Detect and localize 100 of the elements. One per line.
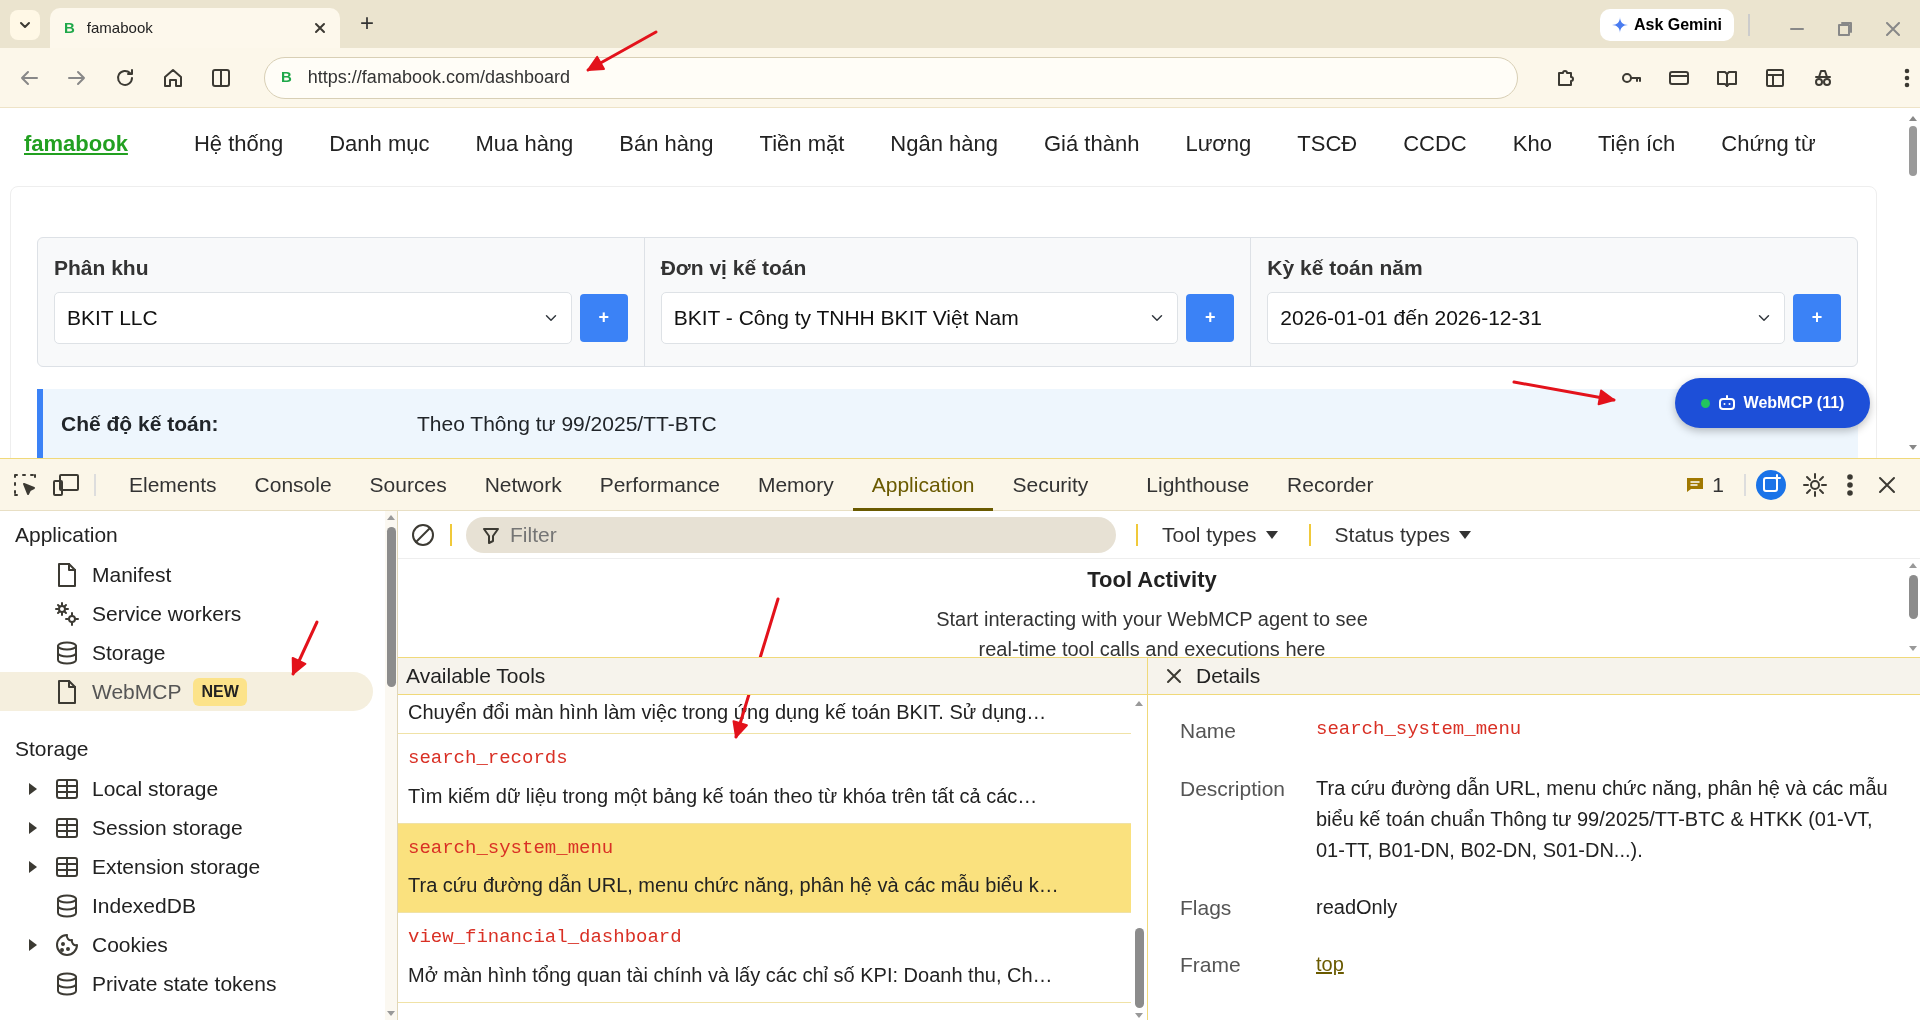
panel-tab[interactable]: Network	[465, 458, 581, 511]
detail-label: Frame	[1180, 952, 1242, 978]
dropdown-button[interactable]: Tool types	[1152, 518, 1289, 551]
nav-link[interactable]: Mua hàng	[475, 126, 574, 160]
filter-field[interactable]: Filter	[466, 516, 1116, 553]
select-field[interactable]: BKIT LLC	[54, 291, 572, 344]
restore-icon[interactable]	[1838, 22, 1852, 36]
expand-arrow-icon[interactable]	[28, 937, 38, 952]
panel-title: Tool Activity	[1086, 566, 1218, 594]
nav-link[interactable]: Chứng từ	[1721, 126, 1816, 160]
sidebar-item[interactable]: Cookies	[0, 925, 373, 964]
device-toolbar-icon[interactable]	[52, 471, 80, 498]
panel-tab[interactable]: Recorder	[1268, 458, 1393, 511]
detail-label: Name	[1180, 718, 1238, 744]
close-icon[interactable]	[1878, 475, 1896, 494]
split-view-icon[interactable]	[210, 66, 232, 89]
message-icon	[1686, 476, 1705, 493]
address-bar[interactable]: B https://famabook.com/dashboard	[264, 56, 1518, 99]
section-heading: Storage	[14, 736, 90, 763]
select-field[interactable]: BKIT - Công ty TNHH BKIT Việt Nam	[660, 291, 1179, 344]
scrollbar-thumb[interactable]	[1908, 575, 1918, 619]
nav-link[interactable]: Tiền mặt	[759, 126, 845, 160]
scroll-down-icon[interactable]	[1134, 1012, 1144, 1020]
panel-tab[interactable]: Security	[993, 458, 1108, 511]
nav-link[interactable]: Hệ thống	[193, 126, 284, 160]
close-icon[interactable]	[1166, 668, 1182, 684]
ask-gemini-button[interactable]: Ask Gemini	[1599, 9, 1734, 41]
nav-link[interactable]: TSCĐ	[1297, 126, 1358, 160]
tool-name: search_system_menu	[408, 835, 615, 861]
add-button[interactable]: +	[1186, 293, 1235, 342]
tool-description: Tra cứu đường dẫn URL, menu chức năng, phân hệ và các mẫu biểu k…	[408, 873, 1060, 898]
scroll-up-icon[interactable]	[1908, 561, 1918, 569]
nav-link[interactable]: Tiện ích	[1597, 126, 1676, 160]
expand-arrow-icon[interactable]	[28, 859, 38, 874]
tool-item[interactable]: search_system_menu Tra cứu đường dẫn URL, menu chức năng, phân hệ và các mẫu biểu k…	[398, 823, 1131, 913]
settings-icon[interactable]	[1802, 471, 1828, 498]
inspect-icon[interactable]	[12, 471, 38, 498]
scroll-up-icon[interactable]	[1907, 114, 1918, 122]
gears-icon	[54, 600, 80, 627]
panel-tab[interactable]: Lighthouse	[1127, 458, 1269, 511]
frame-link[interactable]: top	[1316, 949, 1344, 981]
nav-link[interactable]: Kho	[1512, 126, 1552, 160]
panel-tab[interactable]: Console	[235, 458, 351, 511]
sidebar-item[interactable]: Manifest	[0, 555, 373, 594]
select-field[interactable]: 2026-01-01 đến 2026-12-31	[1267, 291, 1785, 344]
cookie-icon	[54, 931, 80, 958]
panel-tab[interactable]: Application	[852, 458, 994, 511]
issues-button[interactable]: 1	[1676, 468, 1734, 501]
clear-icon[interactable]	[410, 521, 436, 548]
expand-arrow-icon[interactable]	[28, 781, 38, 796]
home-icon[interactable]	[162, 66, 184, 89]
sidebar-item[interactable]: WebMCP NEW	[0, 672, 373, 711]
reload-icon[interactable]	[114, 66, 136, 89]
sidebar-item[interactable]: IndexedDB	[0, 886, 373, 925]
field-label: Phân khu	[54, 255, 150, 281]
sidebar-item[interactable]: Local storage	[0, 769, 373, 808]
nav-link[interactable]: Ngân hàng	[890, 126, 998, 160]
sidebar-item[interactable]: Session storage	[0, 808, 373, 847]
scrollbar-thumb[interactable]	[1134, 928, 1144, 1008]
scroll-up-icon[interactable]	[1134, 699, 1144, 707]
nav-link[interactable]: Lương	[1185, 126, 1252, 160]
scroll-down-icon[interactable]	[1907, 444, 1918, 452]
close-icon[interactable]	[314, 22, 326, 34]
tool-description: Mở màn hình tổng quan tài chính và lấy các chỉ số KPI: Doanh thu, Ch…	[408, 962, 1054, 988]
favicon-icon: B	[281, 66, 292, 89]
sidebar-item[interactable]: Service workers	[0, 594, 373, 633]
nav-link[interactable]: Danh mục	[329, 126, 430, 160]
database-icon	[54, 970, 80, 997]
nav-link[interactable]: Bán hàng	[619, 126, 714, 160]
add-button[interactable]: +	[1793, 293, 1841, 342]
panel-tab[interactable]: Memory	[738, 458, 853, 511]
nav-link[interactable]: CCDC	[1403, 126, 1467, 160]
panel-tab[interactable]: Elements	[110, 458, 236, 511]
sidebar-item[interactable]: Storage	[0, 633, 373, 672]
nav-link[interactable]: Giá thành	[1044, 126, 1140, 160]
new-tab-button[interactable]: +	[354, 4, 380, 42]
tab-list-button[interactable]	[10, 10, 40, 40]
add-button[interactable]: +	[579, 293, 628, 342]
scrollbar-thumb[interactable]	[386, 527, 396, 687]
more-icon[interactable]	[1846, 472, 1854, 497]
scrollbar-thumb[interactable]	[1908, 126, 1917, 176]
webmcp-button[interactable]: WebMCP (11)	[1675, 378, 1870, 428]
sidebar-item[interactable]: Extension storage	[0, 847, 373, 886]
field-label: Đơn vị kế toán	[660, 255, 808, 281]
detail-label: Flags	[1180, 894, 1233, 921]
table-icon[interactable]	[1764, 66, 1786, 89]
database-icon	[54, 639, 80, 666]
sidebar-item[interactable]: Private state tokens	[0, 964, 373, 1003]
panel-tab[interactable]: Performance	[580, 458, 739, 511]
dropdown-button[interactable]: Status types	[1324, 518, 1483, 551]
browser-tab[interactable]: B famabook	[50, 8, 340, 48]
panel-header: Available Tools	[398, 657, 1147, 695]
webmcp-panel-icon[interactable]	[1756, 469, 1786, 500]
panel-tab[interactable]: Sources	[350, 458, 466, 511]
expand-arrow-icon[interactable]	[28, 820, 38, 835]
scroll-down-icon[interactable]	[386, 1010, 396, 1018]
section-heading: Application	[14, 522, 119, 549]
scroll-up-icon[interactable]	[386, 513, 396, 521]
scroll-down-icon[interactable]	[1908, 645, 1918, 653]
caret-icon	[1458, 529, 1473, 540]
